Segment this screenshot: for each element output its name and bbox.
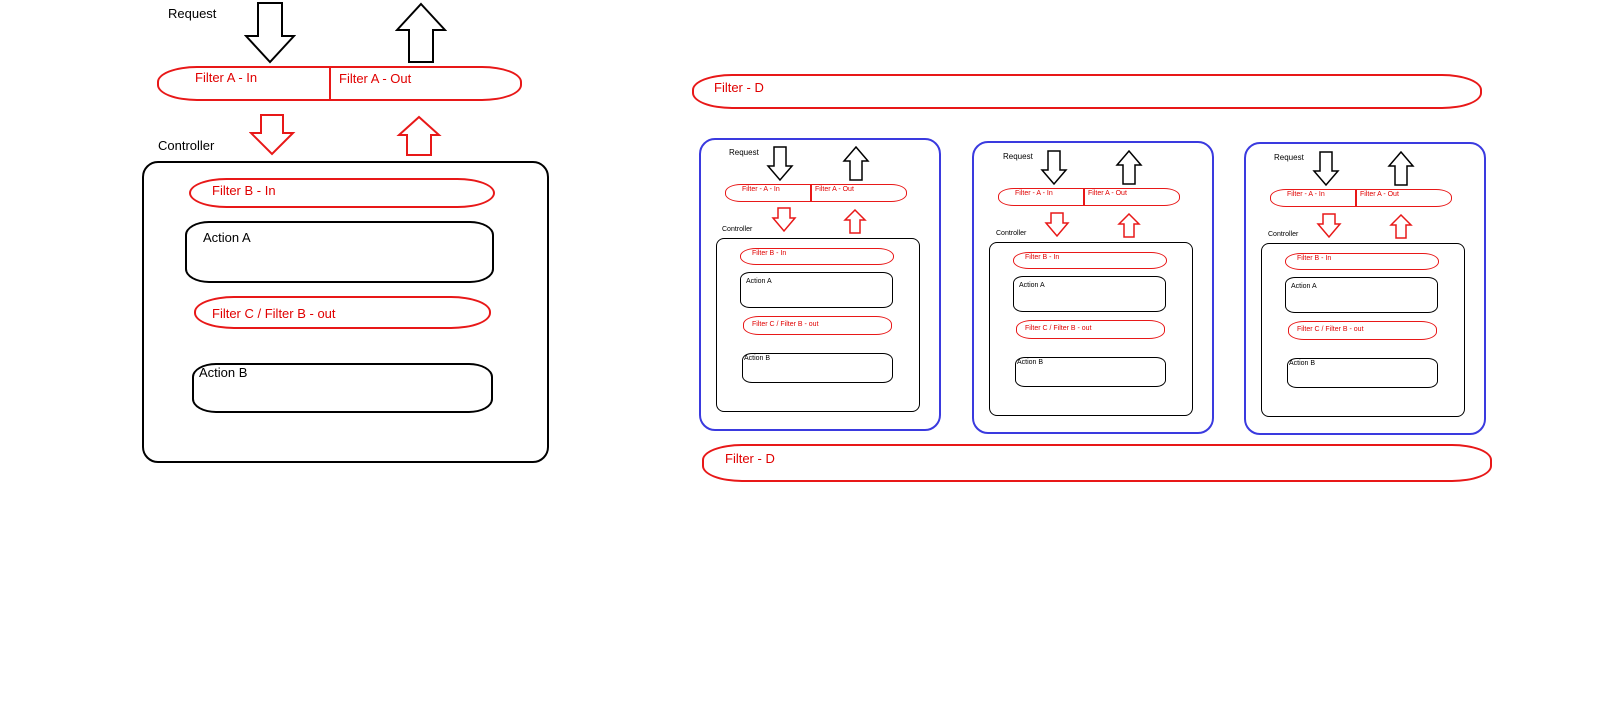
mini-1-filter-a-in-label: Filter - A - In (742, 186, 780, 193)
filter-d-bottom-pill (702, 444, 1492, 482)
response-up-arrow-icon (395, 2, 447, 63)
action-b-label: Action B (199, 365, 248, 380)
mini-2-down-arrow-icon (1040, 150, 1068, 186)
controller-label: Controller (158, 138, 215, 153)
mini-1-red-down-arrow-icon (771, 207, 797, 233)
filter-d-top-label: Filter - D (714, 80, 764, 95)
mini-3-red-up-arrow-icon (1389, 214, 1413, 239)
mini-3-filter-a-in-label: Filter - A - In (1287, 191, 1325, 198)
mini-3-filter-a-out-label: Filter A - Out (1360, 191, 1399, 198)
mini-2-request-label: Request (1003, 152, 1033, 161)
mini-2-red-down-arrow-icon (1044, 212, 1070, 238)
mini-2-controller-label: Controller (996, 230, 1027, 237)
mini-1-down-arrow-icon (766, 146, 794, 182)
mini-3-filter-c-label: Filter C / Filter B - out (1297, 326, 1364, 333)
mini-1-action-a-label: Action A (746, 278, 772, 285)
mini-3-down-arrow-icon (1312, 151, 1340, 187)
mini-1-filter-a-divider (810, 184, 812, 202)
red-up-arrow-icon (396, 115, 442, 156)
action-a-label: Action A (203, 230, 251, 245)
filter-a-out-label: Filter A - Out (339, 71, 412, 86)
mini-1-red-up-arrow-icon (843, 209, 867, 234)
mini-2-filter-a-divider (1083, 188, 1085, 206)
mini-2-filter-c-label: Filter C / Filter B - out (1025, 325, 1092, 332)
filter-a-in-label: Filter A - In (195, 70, 258, 85)
mini-1-filter-a-out-label: Filter A - Out (815, 186, 854, 193)
mini-2-red-up-arrow-icon (1117, 213, 1141, 238)
mini-3-filter-a-divider (1355, 189, 1357, 207)
request-down-arrow-icon (244, 2, 296, 64)
red-down-arrow-icon (249, 114, 296, 156)
mini-2-up-arrow-icon (1115, 150, 1143, 185)
mini-3-request-label: Request (1274, 153, 1304, 162)
mini-2-filter-b-in-label: Filter B - In (1025, 254, 1060, 261)
mini-1-filter-b-in-label: Filter B - In (752, 250, 787, 257)
filter-c-label: Filter C / Filter B - out (212, 306, 336, 321)
mini-3-filter-b-in-label: Filter B - In (1297, 255, 1332, 262)
mini-1-action-b-label: Action B (744, 355, 771, 362)
filter-a-divider (329, 66, 331, 101)
mini-3-controller-label: Controller (1268, 231, 1299, 238)
mini-1-up-arrow-icon (842, 146, 870, 181)
mini-3-up-arrow-icon (1387, 151, 1415, 186)
mini-1-filter-c-label: Filter C / Filter B - out (752, 321, 819, 328)
mini-2-filter-a-in-label: Filter - A - In (1015, 190, 1053, 197)
mini-1-controller-label: Controller (722, 226, 753, 233)
mini-2-action-a-label: Action A (1019, 282, 1045, 289)
mini-3-action-a-label: Action A (1291, 283, 1317, 290)
diagram-canvas: Request Filter A - In Filter A - Out Con… (0, 0, 1613, 703)
filter-b-in-label: Filter B - In (212, 183, 276, 198)
mini-1-request-label: Request (729, 148, 759, 157)
filter-d-top-pill (692, 74, 1482, 109)
mini-3-red-down-arrow-icon (1316, 213, 1342, 239)
mini-2-action-b-label: Action B (1017, 359, 1044, 366)
mini-3-action-b-label: Action B (1289, 360, 1316, 367)
filter-d-bottom-label: Filter - D (725, 451, 775, 466)
request-label: Request (168, 6, 217, 21)
mini-2-filter-a-out-label: Filter A - Out (1088, 190, 1127, 197)
